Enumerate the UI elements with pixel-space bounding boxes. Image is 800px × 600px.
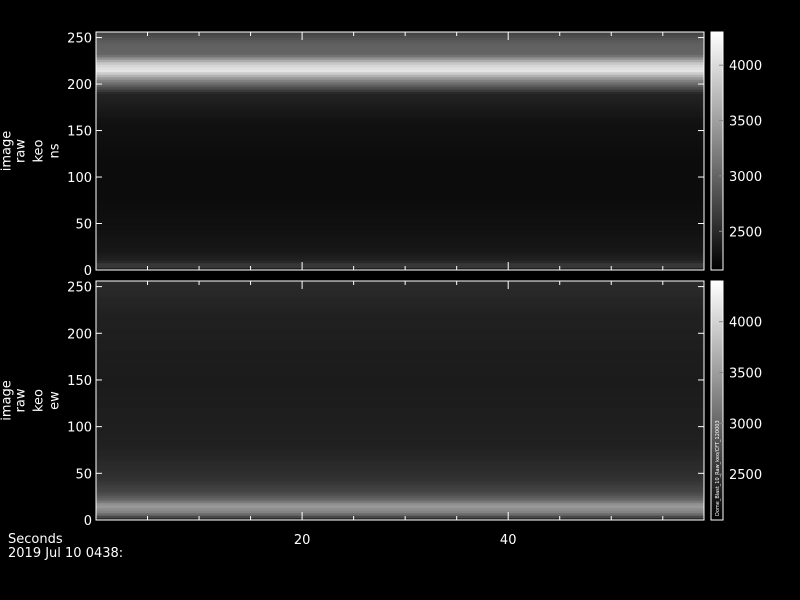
y-tick-label: 250 — [67, 281, 92, 296]
keogram-figure: 050100150200250image raw keo ns250030003500… — [0, 31, 762, 548]
y-tick-label: 200 — [67, 327, 92, 342]
x-tick-labels: 20 40 — [294, 533, 517, 548]
y-axis-label-word: keo — [32, 389, 47, 412]
y-tick-label: 150 — [67, 125, 92, 140]
colorbar-annotation: Dome_Blast_10_Raw_keo/CFT_120003 — [715, 420, 721, 516]
y-tick-label: 250 — [67, 32, 92, 47]
colorbar-tick-label: 4000 — [729, 59, 762, 74]
y-tick-label: 150 — [67, 374, 92, 389]
colorbar-tick-label: 3000 — [729, 170, 762, 185]
y-axis-label-word: raw — [14, 388, 29, 412]
x-axis-label: Seconds — [8, 532, 63, 547]
y-tick-label: 100 — [67, 421, 92, 436]
colorbar-tick-label: 3000 — [729, 417, 762, 432]
y-axis-label-word: keo — [32, 139, 47, 162]
y-tick-label: 0 — [84, 514, 92, 529]
y-axis-label-word: raw — [14, 139, 29, 163]
heatmap-image — [96, 281, 704, 521]
colorbar-tick-label: 2500 — [729, 468, 762, 483]
colorbar-tick-label: 3500 — [729, 115, 762, 130]
y-tick-label: 0 — [84, 264, 92, 279]
y-axis-label-word: ew — [48, 391, 63, 410]
y-tick-label: 200 — [67, 78, 92, 93]
y-axis-label-word: image — [0, 131, 15, 172]
heatmap-image — [96, 32, 704, 271]
colorbar — [710, 31, 724, 271]
colorbar-tick-label: 3500 — [729, 367, 762, 382]
colorbar-tick-label: 4000 — [729, 316, 762, 331]
x-tick-label: 20 — [294, 533, 311, 548]
panel-ew: 0 50 100 150 200 250 image raw keo ew 2500 3000 3500… — [0, 280, 762, 529]
y-axis-label: image raw keo ns — [0, 131, 63, 172]
x-tick-label: 40 — [500, 533, 517, 548]
date-label: 2019 Jul 10 0438: — [8, 546, 124, 561]
y-tick-label: 50 — [75, 467, 92, 482]
y-tick-label: 50 — [75, 218, 92, 233]
y-axis-label-word: image — [0, 380, 15, 421]
y-axis-label-word: ns — [48, 143, 63, 158]
y-axis-label: image raw keo ew — [0, 380, 63, 421]
colorbar-tick-label: 2500 — [729, 225, 762, 240]
y-tick-label: 100 — [67, 171, 92, 186]
panel-ns: 0 50 100 150 200 250 image raw keo ns 2500 3000 3500… — [0, 31, 762, 279]
